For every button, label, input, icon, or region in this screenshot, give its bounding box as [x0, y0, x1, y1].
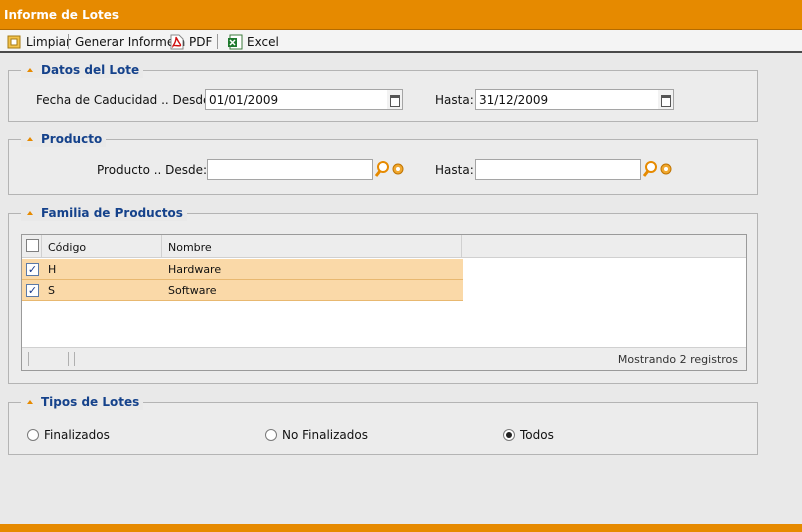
row-checkbox[interactable]: ✓: [26, 263, 39, 276]
excel-icon: [228, 34, 243, 49]
cell-codigo: H: [48, 263, 57, 276]
radio-button[interactable]: [27, 429, 39, 441]
bottom-bar: [0, 524, 802, 532]
familia-title: Familia de Productos: [41, 206, 183, 220]
paging-info: Mostrando 2 registros: [617, 353, 738, 366]
radio-no-finalizados[interactable]: No Finalizados: [265, 428, 368, 442]
paging-separator: [68, 352, 69, 366]
producto-desde-input[interactable]: [207, 159, 373, 180]
calendar-icon[interactable]: [658, 89, 674, 110]
toolbar: Limpiar Generar Informe a PDF Excel: [0, 30, 802, 53]
pdf-icon: [170, 34, 184, 49]
paging-separator: [74, 352, 75, 366]
column-codigo[interactable]: Código: [42, 235, 162, 258]
search-icon[interactable]: [641, 159, 675, 180]
tipos-group: Tipos de Lotes Finalizados No Finalizado…: [8, 394, 758, 455]
excel-button[interactable]: Excel: [227, 33, 279, 50]
table-row[interactable]: ✓ S Software: [22, 280, 463, 301]
select-all-cell[interactable]: [22, 235, 42, 258]
column-nombre[interactable]: Nombre: [162, 235, 462, 258]
producto-legend[interactable]: Producto: [21, 131, 107, 147]
pdf-button[interactable]: PDF: [170, 33, 212, 50]
row-checkbox[interactable]: ✓: [26, 284, 39, 297]
tipos-legend[interactable]: Tipos de Lotes: [21, 394, 144, 410]
select-all-checkbox[interactable]: [26, 239, 39, 252]
radio-button[interactable]: [265, 429, 277, 441]
cell-nombre: Software: [168, 284, 217, 297]
limpiar-label: Limpiar: [26, 34, 71, 49]
radio-finalizados[interactable]: Finalizados: [27, 428, 110, 442]
producto-desde-label: Producto .. Desde:: [97, 163, 208, 177]
datos-lote-title: Datos del Lote: [41, 63, 140, 77]
window-titlebar: Informe de Lotes: [0, 0, 802, 30]
fecha-desde-input[interactable]: [205, 89, 388, 110]
radio-label: Todos: [520, 428, 554, 442]
radio-label: Finalizados: [44, 428, 110, 442]
toolbar-separator: [217, 34, 218, 49]
familia-legend[interactable]: Familia de Productos: [21, 205, 187, 221]
radio-label: No Finalizados: [282, 428, 368, 442]
fecha-hasta-label: Hasta:: [435, 93, 474, 107]
table-row[interactable]: ✓ H Hardware: [22, 259, 463, 280]
datos-lote-legend[interactable]: Datos del Lote: [21, 62, 144, 78]
clear-icon: [7, 35, 21, 48]
familia-grid: Código Nombre ✓ H Hardware ✓ S Software …: [21, 234, 747, 371]
datos-lote-group: Datos del Lote Fecha de Caducidad .. Des…: [8, 62, 758, 122]
familia-group: Familia de Productos Código Nombre ✓ H H…: [8, 205, 758, 384]
generar-informe-label: Generar Informe a: [75, 33, 185, 50]
radio-todos[interactable]: Todos: [503, 428, 554, 442]
producto-hasta-input[interactable]: [475, 159, 641, 180]
search-icon[interactable]: [373, 159, 407, 180]
collapse-icon[interactable]: [25, 397, 36, 408]
collapse-icon[interactable]: [25, 134, 36, 145]
grid-header: Código Nombre: [22, 235, 746, 258]
collapse-icon[interactable]: [25, 65, 36, 76]
toolbar-separator: [68, 34, 69, 49]
generar-text: Generar Informe a: [75, 34, 186, 49]
cell-nombre: Hardware: [168, 263, 222, 276]
producto-group: Producto Producto .. Desde: Hasta:: [8, 131, 758, 195]
pdf-label: PDF: [189, 34, 213, 49]
form-content: Datos del Lote Fecha de Caducidad .. Des…: [0, 55, 802, 524]
producto-hasta-label: Hasta:: [435, 163, 474, 177]
tipos-title: Tipos de Lotes: [41, 395, 140, 409]
fecha-hasta-input[interactable]: [475, 89, 659, 110]
excel-label: Excel: [247, 34, 279, 49]
window-title: Informe de Lotes: [4, 8, 120, 22]
fecha-desde-label: Fecha de Caducidad .. Desde:: [36, 93, 215, 107]
grid-paging-toolbar: Mostrando 2 registros: [22, 347, 746, 370]
calendar-icon[interactable]: [387, 89, 403, 110]
limpiar-button[interactable]: Limpiar: [7, 33, 71, 50]
cell-codigo: S: [48, 284, 55, 297]
producto-title: Producto: [41, 132, 103, 146]
radio-button[interactable]: [503, 429, 515, 441]
collapse-icon[interactable]: [25, 208, 36, 219]
paging-separator: [28, 352, 29, 366]
